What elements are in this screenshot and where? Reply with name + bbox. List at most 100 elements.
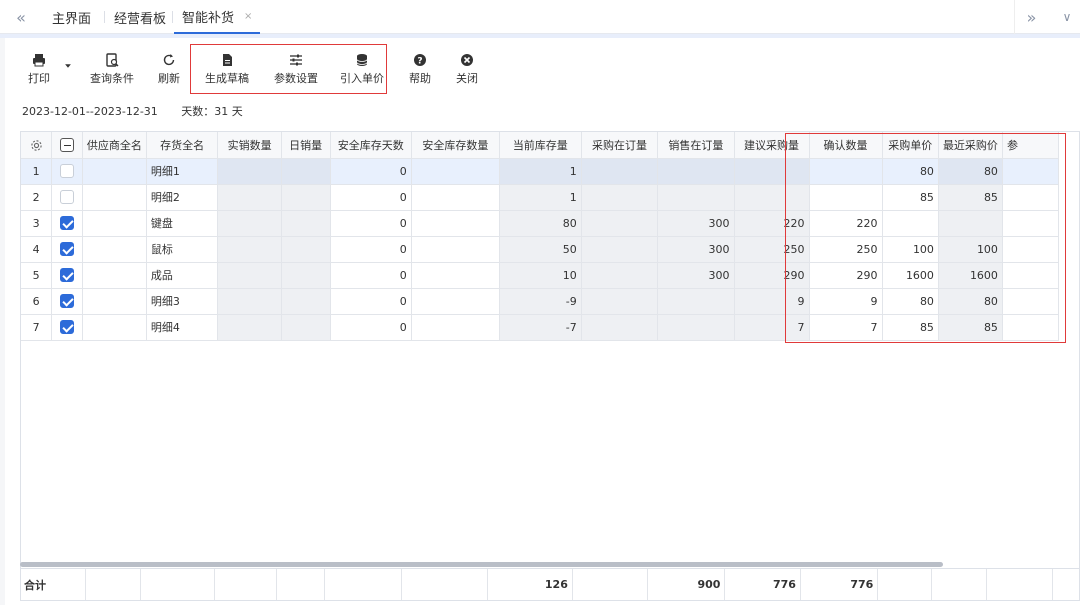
col-header-item[interactable]: 存货全名 [146,132,219,159]
row-checkbox[interactable] [51,236,83,263]
totals-cell [986,569,1054,600]
select-all-checkbox[interactable] [51,132,83,159]
col-header-daily[interactable]: 日销量 [281,132,331,159]
cell-item-name: 明细4 [146,314,219,341]
cell-more [1002,236,1059,263]
checkbox-empty-icon [60,164,75,178]
col-header-so[interactable]: 销售在订量 [657,132,735,159]
table-row[interactable]: 1 明细1 0 1 80 80 [21,158,1079,185]
cell-price[interactable]: 85 [882,184,939,211]
help-button[interactable]: ? 帮助 [409,53,431,86]
cell-safe-qty[interactable] [411,236,500,263]
tab-prev-icon[interactable]: « [4,0,38,34]
cell-confirm[interactable]: 290 [809,262,883,289]
close-button[interactable]: 关闭 [456,53,478,86]
cell-safe-qty[interactable] [411,262,500,289]
cell-sold [217,262,282,289]
row-checkbox[interactable] [51,314,83,341]
cell-supplier[interactable] [82,262,147,289]
cell-safe-qty[interactable] [411,158,500,185]
cell-confirm[interactable] [809,184,883,211]
cell-price[interactable]: 85 [882,314,939,341]
total-suggest: 776 [724,569,801,600]
cell-supplier[interactable] [82,158,147,185]
cell-safe-qty[interactable] [411,314,500,341]
cell-price[interactable] [882,210,939,237]
table-row[interactable]: 3 键盘 0 80 300 220 220 [21,210,1079,237]
cell-confirm[interactable]: 220 [809,210,883,237]
cell-safe-qty[interactable] [411,184,500,211]
cell-stock: 1 [499,184,582,211]
cell-safe-days[interactable]: 0 [330,184,412,211]
cell-suggest: 220 [734,210,810,237]
col-header-last-price[interactable]: 最近采购价 [938,132,1003,159]
table-row[interactable]: 4 鼠标 0 50 300 250 250 100 100 [21,236,1079,263]
cell-daily [281,184,331,211]
cell-price[interactable]: 100 [882,236,939,263]
col-header-confirm[interactable]: 确认数量 [809,132,883,159]
col-header-suggest[interactable]: 建议采购量 [734,132,810,159]
cell-safe-days[interactable]: 0 [330,158,412,185]
tab-main[interactable]: 主界面 [44,0,99,34]
col-header-more[interactable]: 参 [1002,132,1059,159]
row-checkbox[interactable] [51,262,83,289]
row-number: 1 [21,158,53,185]
column-settings-button[interactable] [21,132,53,159]
grid-body: 1 明细1 0 1 80 80 2 明细2 0 1 85 85 3 键盘 0 80 300 220 220 4 鼠标 0 5… [21,158,1079,341]
tab-next-icon[interactable]: » [1014,0,1048,34]
cell-safe-days[interactable]: 0 [330,262,412,289]
cell-confirm[interactable] [809,158,883,185]
row-checkbox[interactable] [51,158,83,185]
cell-last-price: 85 [938,184,1003,211]
col-header-supplier[interactable]: 供应商全名 [82,132,147,159]
row-checkbox[interactable] [51,288,83,315]
row-checkbox[interactable] [51,210,83,237]
tab-close-icon[interactable]: × [244,11,252,22]
col-header-stock[interactable]: 当前库存量 [499,132,582,159]
col-header-sold[interactable]: 实销数量 [217,132,282,159]
cell-price[interactable]: 1600 [882,262,939,289]
cell-supplier[interactable] [82,210,147,237]
table-row[interactable]: 6 明细3 0 -9 9 9 80 80 [21,288,1079,315]
checkbox-empty-icon [60,190,75,204]
tab-more-icon[interactable]: ∨ [1050,0,1080,34]
col-header-safe-days[interactable]: 安全库存天数 [330,132,412,159]
tab-dashboard[interactable]: 经营看板 [106,0,174,34]
print-button[interactable]: 打印 [28,53,50,86]
cell-po [581,184,659,211]
cell-safe-days[interactable]: 0 [330,314,412,341]
cell-confirm[interactable]: 250 [809,236,883,263]
cell-supplier[interactable] [82,184,147,211]
row-checkbox[interactable] [51,184,83,211]
date-range: 2023-12-01--2023-12-31 [22,105,158,118]
col-header-po[interactable]: 采购在订量 [581,132,659,159]
cell-safe-days[interactable]: 0 [330,236,412,263]
cell-safe-qty[interactable] [411,288,500,315]
cell-safe-days[interactable]: 0 [330,288,412,315]
refresh-button[interactable]: 刷新 [158,53,180,86]
cell-so [657,288,735,315]
cell-confirm[interactable]: 9 [809,288,883,315]
col-header-safe-qty[interactable]: 安全库存数量 [411,132,500,159]
cell-supplier[interactable] [82,288,147,315]
cell-po [581,288,659,315]
cell-safe-qty[interactable] [411,210,500,237]
col-header-price[interactable]: 采购单价 [882,132,939,159]
cell-supplier[interactable] [82,314,147,341]
cell-safe-days[interactable]: 0 [330,210,412,237]
cell-price[interactable]: 80 [882,158,939,185]
horizontal-scrollbar[interactable] [20,562,943,567]
table-row[interactable]: 2 明细2 0 1 85 85 [21,184,1079,211]
cell-last-price: 85 [938,314,1003,341]
print-dropdown[interactable] [64,62,72,73]
cell-supplier[interactable] [82,236,147,263]
cell-po [581,158,659,185]
table-row[interactable]: 5 成品 0 10 300 290 290 1600 1600 [21,262,1079,289]
cell-confirm[interactable]: 7 [809,314,883,341]
cell-item-name: 明细1 [146,158,219,185]
tab-smart-replenish[interactable]: 智能补货 × [174,0,261,34]
table-row[interactable]: 7 明细4 0 -7 7 7 85 85 [21,314,1079,341]
cell-price[interactable]: 80 [882,288,939,315]
query-button[interactable]: 查询条件 [90,53,134,86]
cell-daily [281,314,331,341]
